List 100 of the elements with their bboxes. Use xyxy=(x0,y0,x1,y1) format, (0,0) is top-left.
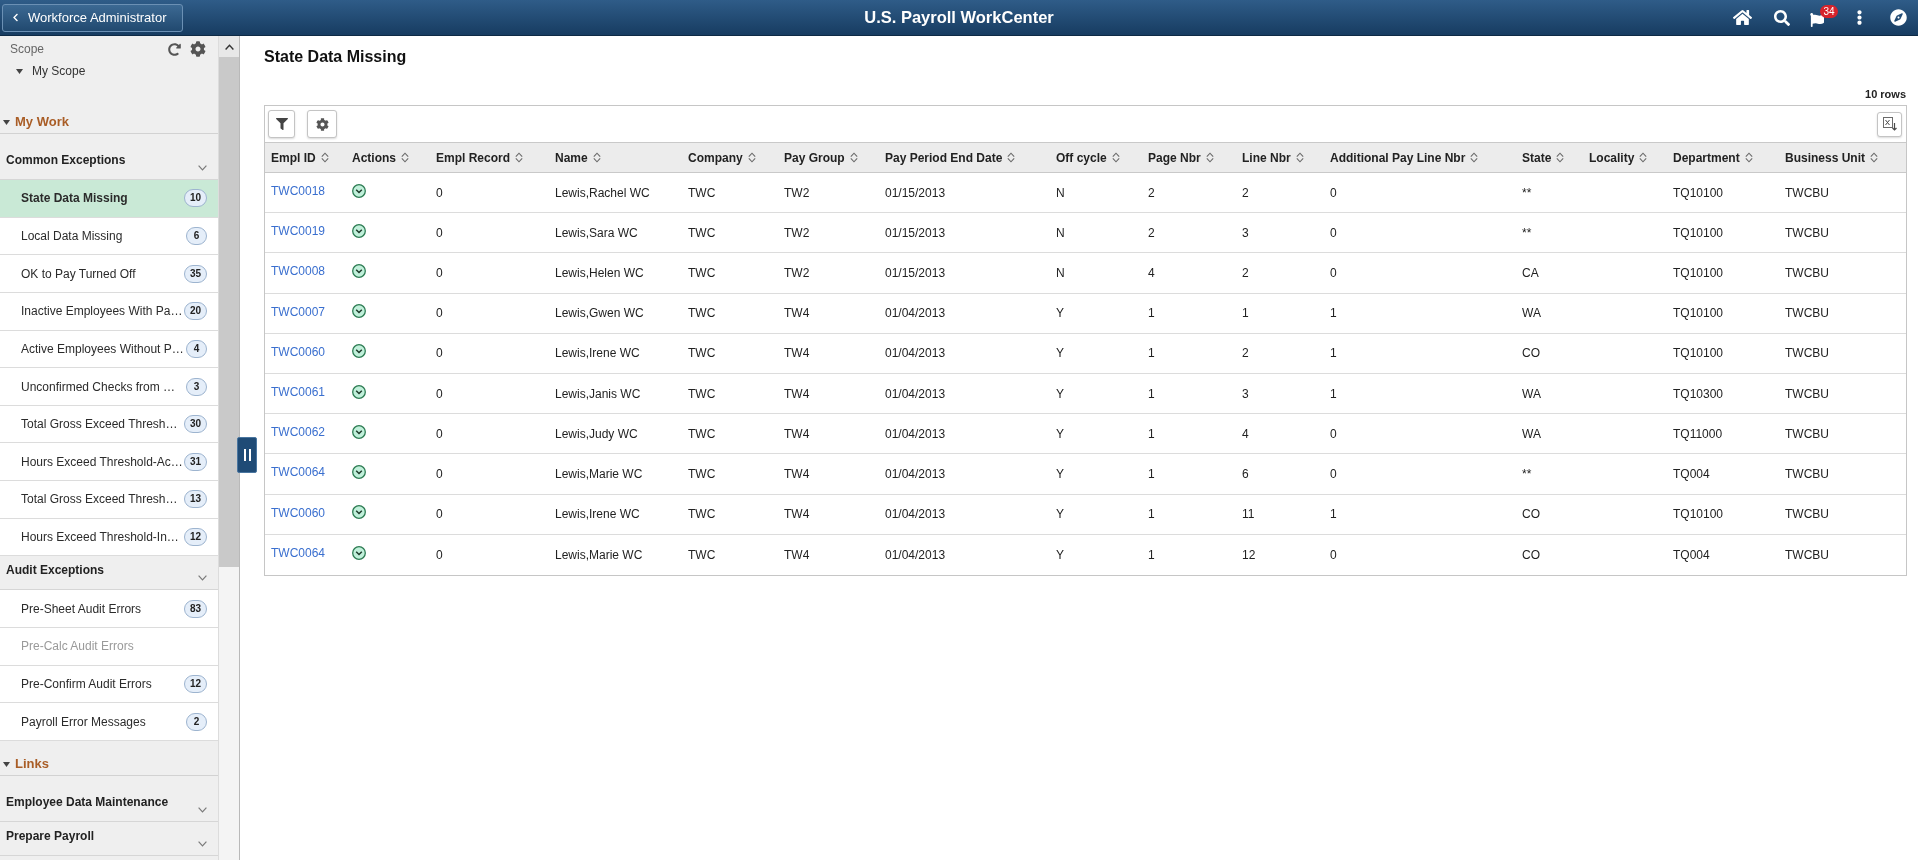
table-cell: 01/15/2013 xyxy=(885,185,946,200)
scrollbar-thumb[interactable] xyxy=(219,57,239,567)
column-header[interactable]: Empl Record xyxy=(430,143,549,172)
chevron-circle-icon[interactable] xyxy=(352,545,366,560)
table-cell: 0 xyxy=(436,466,443,481)
settings-button[interactable] xyxy=(307,110,337,138)
table-cell: 01/04/2013 xyxy=(885,466,946,481)
refresh-icon[interactable] xyxy=(168,42,181,56)
table-cell: 0 xyxy=(1330,466,1337,481)
spreadsheet-download-icon xyxy=(1882,117,1897,131)
chevron-circle-icon[interactable] xyxy=(352,424,366,439)
nav-list-item[interactable]: Pre-Sheet Audit Errors 83 xyxy=(0,590,218,629)
chevron-circle-icon[interactable] xyxy=(352,464,366,479)
sort-icon xyxy=(1111,152,1120,163)
nav-list-item[interactable]: Active Employees Without P… 4 xyxy=(0,330,218,369)
table-cell: 11 xyxy=(1242,507,1255,522)
nav-list-item[interactable]: Hours Exceed Threshold-In… 12 xyxy=(0,518,218,557)
search-icon xyxy=(1773,9,1790,26)
table-cell: TWC xyxy=(688,426,716,441)
chevron-circle-icon[interactable] xyxy=(352,505,366,520)
table-cell: TW4 xyxy=(784,466,810,481)
column-header[interactable]: Off cycle xyxy=(1050,143,1142,172)
nav-list-item[interactable]: Local Data Missing 6 xyxy=(0,217,218,256)
table-cell: 2 xyxy=(1242,185,1249,200)
nav-list-item[interactable]: OK to Pay Turned Off 35 xyxy=(0,255,218,293)
table-cell: TW4 xyxy=(784,547,810,562)
table-cell: Y xyxy=(1056,426,1064,441)
chevron-up-icon[interactable] xyxy=(224,43,234,50)
table-cell: TWCBU xyxy=(1785,426,1829,441)
nav-list-item[interactable]: Hours Exceed Threshold-Ac… 31 xyxy=(0,443,218,482)
table-cell: TWC xyxy=(688,306,716,321)
table-cell: 1 xyxy=(1148,306,1155,321)
table-cell: TW4 xyxy=(784,306,810,321)
settings-icon[interactable] xyxy=(190,41,206,57)
table-cell: 2 xyxy=(1242,346,1249,361)
chevron-circle-icon[interactable] xyxy=(352,183,366,198)
column-header[interactable]: Pay Group xyxy=(778,143,879,172)
chevron-circle-icon[interactable] xyxy=(352,304,366,319)
scope-tree-item[interactable]: My Scope xyxy=(16,64,86,78)
caret-down-icon xyxy=(16,68,23,74)
employee-id-link[interactable]: TWC0061 xyxy=(271,385,326,400)
table-cell: 0 xyxy=(436,507,443,522)
collapse-handle[interactable] xyxy=(237,437,257,473)
column-header[interactable]: Company xyxy=(682,143,778,172)
table-cell: 2 xyxy=(1242,265,1249,280)
nav-list-item[interactable]: Inactive Employees With Pa… 20 xyxy=(0,292,218,331)
count-badge: 10 xyxy=(183,189,207,208)
table-cell: TWC xyxy=(688,225,716,240)
filter-button[interactable] xyxy=(268,110,295,138)
employee-id-link[interactable]: TWC0018 xyxy=(271,184,326,199)
table-cell: Lewis,Irene WC xyxy=(555,346,640,361)
employee-id-link[interactable]: TWC0064 xyxy=(271,546,326,561)
chevron-circle-icon[interactable] xyxy=(352,384,366,399)
table-cell: 1 xyxy=(1330,306,1337,321)
table-cell: Y xyxy=(1056,386,1064,401)
column-header[interactable]: Department xyxy=(1667,143,1779,172)
table-cell: 01/15/2013 xyxy=(885,265,946,280)
back-button[interactable]: Workforce Administrator xyxy=(2,3,183,32)
table-cell: TQ10100 xyxy=(1673,346,1724,361)
notifications-button[interactable]: 34 xyxy=(1801,0,1840,35)
chevron-circle-icon[interactable] xyxy=(352,344,366,359)
nav-list-item[interactable]: Pre-Confirm Audit Errors 12 xyxy=(0,665,218,704)
table-cell: 0 xyxy=(1330,547,1337,562)
column-header[interactable]: Additional Pay Line Nbr xyxy=(1324,143,1516,172)
chevron-circle-icon[interactable] xyxy=(352,223,366,238)
employee-id-link[interactable]: TWC0060 xyxy=(271,505,326,520)
column-header[interactable]: Line Nbr xyxy=(1236,143,1324,172)
column-header[interactable]: Name xyxy=(549,143,682,172)
column-header[interactable]: Locality xyxy=(1583,143,1667,172)
column-header[interactable]: Pay Period End Date xyxy=(879,143,1050,172)
employee-id-link[interactable]: TWC0019 xyxy=(271,224,326,239)
chevron-down-icon xyxy=(198,840,207,847)
caret-down-icon xyxy=(3,761,10,767)
column-header[interactable]: Empl ID xyxy=(265,143,346,172)
table-cell: TW2 xyxy=(784,225,810,240)
employee-id-link[interactable]: TWC0064 xyxy=(271,465,326,480)
column-header[interactable]: Actions xyxy=(346,143,430,172)
table-cell: Lewis,Judy WC xyxy=(555,426,638,441)
nav-list-item[interactable]: Payroll Error Messages 2 xyxy=(0,703,218,741)
table-cell: 1 xyxy=(1330,507,1337,522)
export-button[interactable] xyxy=(1877,111,1902,137)
table-cell: TWCBU xyxy=(1785,507,1829,522)
nav-list-item[interactable]: Total Gross Exceed Thresh… 13 xyxy=(0,481,218,519)
table-cell: CO xyxy=(1522,547,1540,562)
employee-id-link[interactable]: TWC0007 xyxy=(271,304,326,319)
table-cell: 4 xyxy=(1148,265,1155,280)
employee-id-link[interactable]: TWC0008 xyxy=(271,264,326,279)
employee-id-link[interactable]: TWC0062 xyxy=(271,425,326,440)
table-cell: TWCBU xyxy=(1785,225,1829,240)
employee-id-link[interactable]: TWC0060 xyxy=(271,344,326,359)
column-header[interactable]: Business Unit xyxy=(1779,143,1908,172)
table-cell: 2 xyxy=(1148,185,1155,200)
table-cell: TWCBU xyxy=(1785,547,1829,562)
nav-list-item[interactable]: State Data Missing 10 xyxy=(0,180,218,218)
nav-list-item[interactable]: Total Gross Exceed Thresh… 30 xyxy=(0,405,218,444)
column-header[interactable]: State xyxy=(1516,143,1583,172)
nav-list-item[interactable]: Unconfirmed Checks from … 3 xyxy=(0,368,218,406)
chevron-circle-icon[interactable] xyxy=(352,263,366,278)
table-cell: 1 xyxy=(1148,547,1155,562)
column-header[interactable]: Page Nbr xyxy=(1142,143,1236,172)
